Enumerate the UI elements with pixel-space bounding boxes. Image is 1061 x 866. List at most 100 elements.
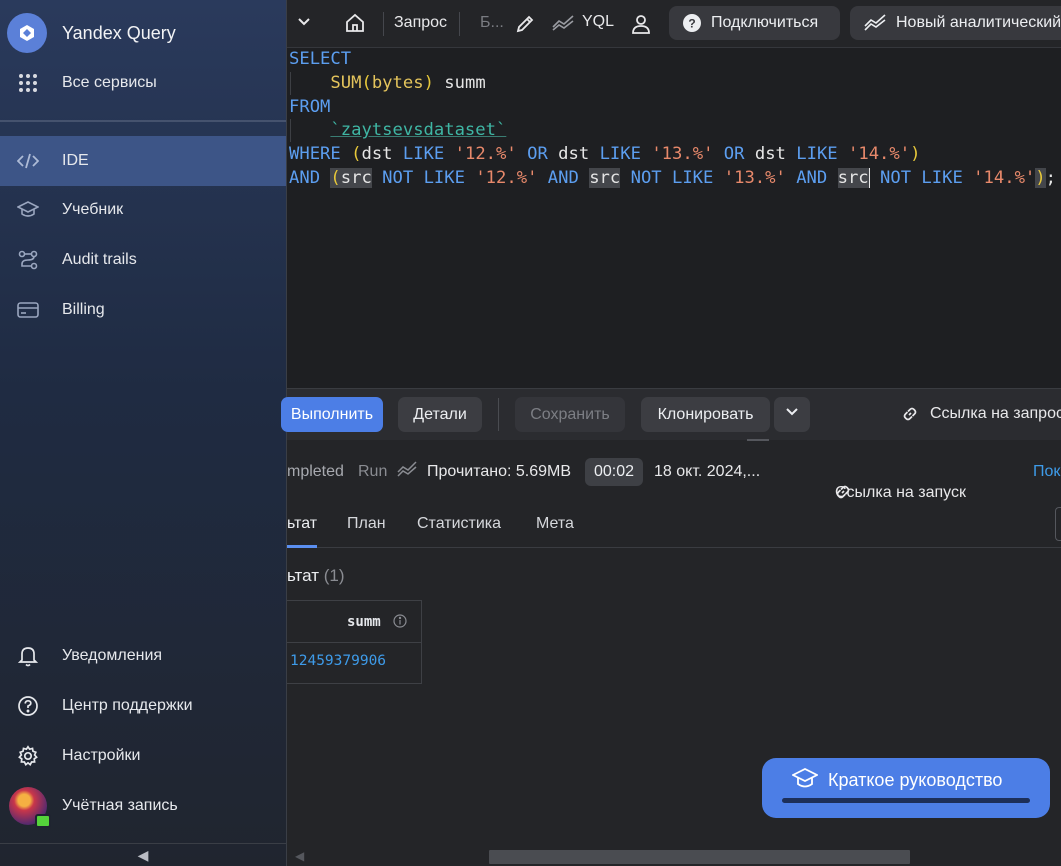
sql-code: SELECT SUM(bytes) summ FROM `zaytsevsdat…: [289, 49, 1056, 188]
tab-plan[interactable]: План: [347, 515, 386, 533]
guide-progress-bar: [782, 798, 1030, 803]
info-icon[interactable]: [393, 614, 407, 632]
sidebar-divider: [0, 120, 286, 122]
user-icon[interactable]: [631, 13, 651, 35]
quick-guide-button[interactable]: Краткое руководство: [762, 758, 1050, 818]
syntax-waves-icon[interactable]: [552, 13, 574, 31]
result-tabs: ьтат План Статистика Мета: [287, 501, 1061, 548]
run-button[interactable]: Выполнить: [281, 397, 383, 432]
save-button[interactable]: Сохранить: [515, 397, 625, 432]
sql-editor[interactable]: SELECT SUM(bytes) summ FROM `zaytsevsdat…: [287, 48, 1061, 388]
chevron-down-icon[interactable]: [296, 14, 312, 30]
query-toolbar: Запрос Б... YQL ? Подключиться Новый ана…: [287, 0, 1061, 48]
graduation-cap-icon: [0, 201, 56, 219]
sidebar: Yandex Query Все сервисы IDE Учебник Aud…: [0, 0, 287, 866]
sidebar-item-account[interactable]: Учётная запись: [0, 781, 286, 831]
clone-label: Клонировать: [657, 405, 754, 423]
clone-button[interactable]: Клонировать: [641, 397, 770, 432]
result-table: summ 12459379906: [287, 600, 422, 684]
save-label: Сохранить: [530, 405, 610, 423]
chart-waves-icon: [864, 14, 886, 32]
scroll-left-icon[interactable]: ◀: [295, 849, 304, 863]
bell-icon: [0, 645, 56, 667]
tab-statistics[interactable]: Статистика: [417, 515, 501, 533]
duration-badge: 00:02: [585, 458, 644, 486]
syntax-waves-icon: [397, 460, 417, 483]
sidebar-item-label: Billing: [62, 301, 105, 318]
query-actions-bar: Выполнить Детали Сохранить Клонировать С…: [281, 388, 1061, 445]
result-title: ьтат (1): [287, 566, 345, 586]
run-mode: Run: [358, 463, 388, 480]
sidebar-item-label: Учётная запись: [62, 797, 178, 814]
show-more-link[interactable]: Пок: [1033, 463, 1060, 481]
run-label: Выполнить: [290, 405, 374, 423]
query-name[interactable]: Б...: [480, 14, 504, 32]
tab-meta[interactable]: Мета: [536, 515, 574, 533]
svg-text:?: ?: [688, 17, 695, 31]
gear-icon: [0, 745, 56, 767]
sidebar-item-audit-trails[interactable]: Audit trails: [0, 235, 286, 285]
all-services-item[interactable]: Все сервисы: [0, 58, 286, 108]
syntax-label[interactable]: YQL: [582, 13, 614, 31]
route-icon: [0, 250, 56, 270]
query-link-label: Ссылка на запрос: [930, 405, 1061, 422]
table-cell[interactable]: 12459379906: [290, 653, 386, 669]
grid-icon: [0, 73, 56, 93]
details-button[interactable]: Детали: [398, 397, 482, 432]
panel-edge-handle[interactable]: [1055, 507, 1061, 541]
toolbar-divider: [459, 12, 460, 36]
toolbar-divider: [383, 12, 384, 36]
run-status-row: mpleted Run Прочитано: 5.69MB 00:02 18 о…: [287, 443, 1061, 501]
read-bytes: Прочитано: 5.69MB: [427, 463, 572, 480]
sidebar-item-ide[interactable]: IDE: [0, 136, 286, 186]
sidebar-item-label: Уведомления: [62, 647, 163, 664]
sidebar-item-notifications[interactable]: Уведомления: [0, 631, 286, 681]
all-services-label: Все сервисы: [62, 74, 157, 91]
clone-options-button[interactable]: [774, 397, 810, 432]
column-header-summ[interactable]: summ: [347, 614, 381, 630]
scrollbar-thumb[interactable]: [489, 850, 910, 864]
new-analytic-label: Новый аналитический: [896, 14, 1061, 31]
sidebar-item-billing[interactable]: Billing: [0, 285, 286, 335]
avatar: [9, 787, 51, 828]
collapse-sidebar-button[interactable]: ◀: [0, 843, 286, 866]
sidebar-item-support[interactable]: Центр поддержки: [0, 681, 286, 731]
brand[interactable]: Yandex Query: [7, 13, 176, 53]
connect-label: Подключиться: [711, 14, 819, 31]
run-link-label: Ссылка на запуск: [835, 484, 966, 501]
yandex-query-logo-icon: [7, 13, 47, 53]
active-tab-indicator: [287, 545, 317, 548]
sidebar-item-label: Центр поддержки: [62, 697, 193, 714]
connect-button[interactable]: ? Подключиться: [669, 6, 840, 40]
result-title-text: ьтат: [287, 566, 319, 585]
brand-title: Yandex Query: [62, 22, 176, 43]
new-analytic-button[interactable]: Новый аналитический: [850, 6, 1061, 40]
sidebar-item-tutorial[interactable]: Учебник: [0, 185, 286, 235]
sidebar-item-settings[interactable]: Настройки: [0, 731, 286, 781]
credit-card-icon: [0, 302, 56, 318]
result-count: (1): [323, 566, 345, 585]
table-header: summ: [287, 601, 421, 643]
quick-guide-label: Краткое руководство: [828, 770, 1003, 790]
sidebar-item-label: Учебник: [62, 201, 124, 218]
graduation-cap-icon: [790, 767, 820, 795]
details-label: Детали: [413, 405, 467, 423]
chevron-down-icon: [784, 404, 800, 425]
help-circle-icon: ?: [683, 14, 701, 32]
pencil-icon[interactable]: [515, 14, 535, 34]
horizontal-scrollbar[interactable]: ◀: [287, 846, 1061, 866]
run-state: mpleted: [287, 463, 344, 480]
query-link-button[interactable]: Ссылка на запрос: [902, 405, 1061, 423]
robot-badge-icon: [35, 814, 51, 828]
query-label: Запрос: [394, 14, 448, 31]
link-icon: [902, 406, 918, 422]
code-icon: [0, 153, 56, 169]
started-at: 18 окт. 2024,...: [654, 463, 761, 480]
sidebar-item-label: Audit trails: [62, 251, 137, 268]
sidebar-item-label: Настройки: [62, 747, 141, 764]
home-icon[interactable]: [344, 12, 366, 34]
help-circle-icon: [0, 695, 56, 717]
tab-result[interactable]: ьтат: [287, 515, 317, 533]
sidebar-item-label: IDE: [62, 152, 89, 169]
triangle-left-icon: ◀: [137, 846, 149, 863]
